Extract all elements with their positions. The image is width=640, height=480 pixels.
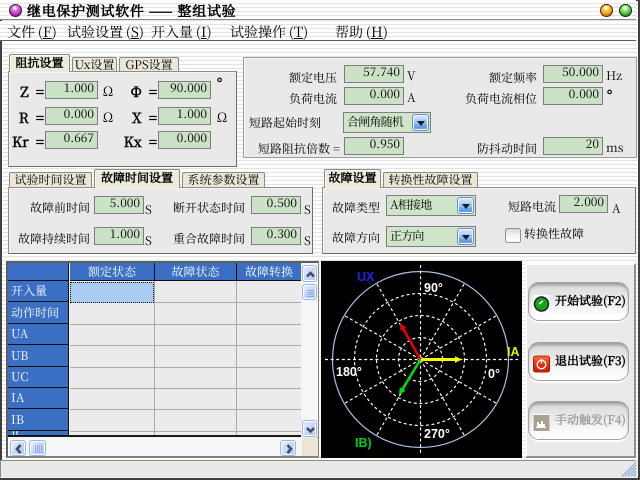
svg-text:270°: 270° xyxy=(424,427,450,441)
svg-text:IA: IA xyxy=(507,345,520,359)
svg-text:IB): IB) xyxy=(355,436,372,450)
svg-text:180°: 180° xyxy=(336,365,362,379)
svg-text:90°: 90° xyxy=(424,281,443,295)
svg-text:UX: UX xyxy=(357,270,375,284)
svg-text:0°: 0° xyxy=(488,367,500,381)
